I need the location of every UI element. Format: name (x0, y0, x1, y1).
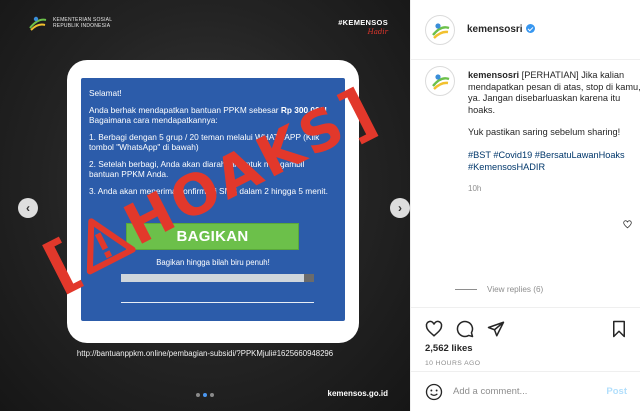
post-header: kemensosri (411, 0, 640, 60)
screen-divider (121, 302, 314, 303)
next-image-button[interactable]: › (390, 198, 410, 218)
verified-icon (525, 24, 535, 33)
small-heart-icon[interactable] (623, 220, 632, 229)
bookmark-icon[interactable] (611, 320, 627, 338)
caption-username[interactable]: kemensosri (468, 70, 519, 80)
caption-hashtags[interactable]: #BST #Covid19 #BersatuLawanHoaks #Kemens… (468, 150, 640, 173)
kemensos-hadir-tag: #KEMENSOS Hadir (338, 18, 388, 36)
header-username[interactable]: kemensosri (467, 24, 535, 35)
tag-sub: Hadir (367, 28, 388, 36)
add-comment-bar: Post (411, 371, 640, 411)
share-progress-bar (121, 274, 314, 282)
kemensos-logo: KEMENTERIAN SOSIAL REPUBLIK INDONESIA (28, 14, 112, 32)
post-timestamp: 10 HOURS AGO (425, 360, 481, 367)
post-comment-button[interactable]: Post (606, 386, 627, 397)
caption-text-2: Yuk pastikan saring sebelum sharing! (468, 127, 621, 138)
caption-avatar[interactable] (425, 66, 455, 96)
heart-icon[interactable] (425, 320, 443, 338)
kemensos-logo-icon (28, 14, 48, 32)
post-image[interactable]: KEMENTERIAN SOSIAL REPUBLIK INDONESIA #K… (0, 0, 410, 411)
comment-icon[interactable] (456, 320, 474, 338)
kemensos-domain: kemensos.go.id (327, 389, 388, 398)
likes-count[interactable]: 2,562 likes (425, 343, 473, 354)
view-replies-link[interactable]: View replies (6) (455, 285, 543, 294)
caption-age: 10h (468, 184, 482, 194)
previous-image-button[interactable]: ‹ (18, 198, 38, 218)
carousel-dots (196, 393, 214, 397)
comment-input[interactable] (453, 386, 593, 397)
message-greeting: Selamat! (89, 88, 122, 98)
avatar[interactable] (425, 14, 455, 45)
tag-main: #KEMENSOS (338, 18, 388, 27)
share-progress-fill (121, 274, 305, 282)
post-sidebar: kemensosri kemensosri [PERHATIAN] Jika k… (410, 0, 640, 411)
logo-line-2: REPUBLIK INDONESIA (53, 23, 111, 29)
scam-url: http://bantuanppkm.online/pembagian-subs… (76, 349, 334, 358)
share-icon[interactable] (487, 320, 505, 338)
carousel-dot (203, 393, 207, 397)
carousel-dot (210, 393, 214, 397)
carousel-dot (196, 393, 200, 397)
caption-text: kemensosri [PERHATIAN] Jika kalian menda… (468, 70, 640, 195)
emoji-icon[interactable] (425, 383, 443, 401)
